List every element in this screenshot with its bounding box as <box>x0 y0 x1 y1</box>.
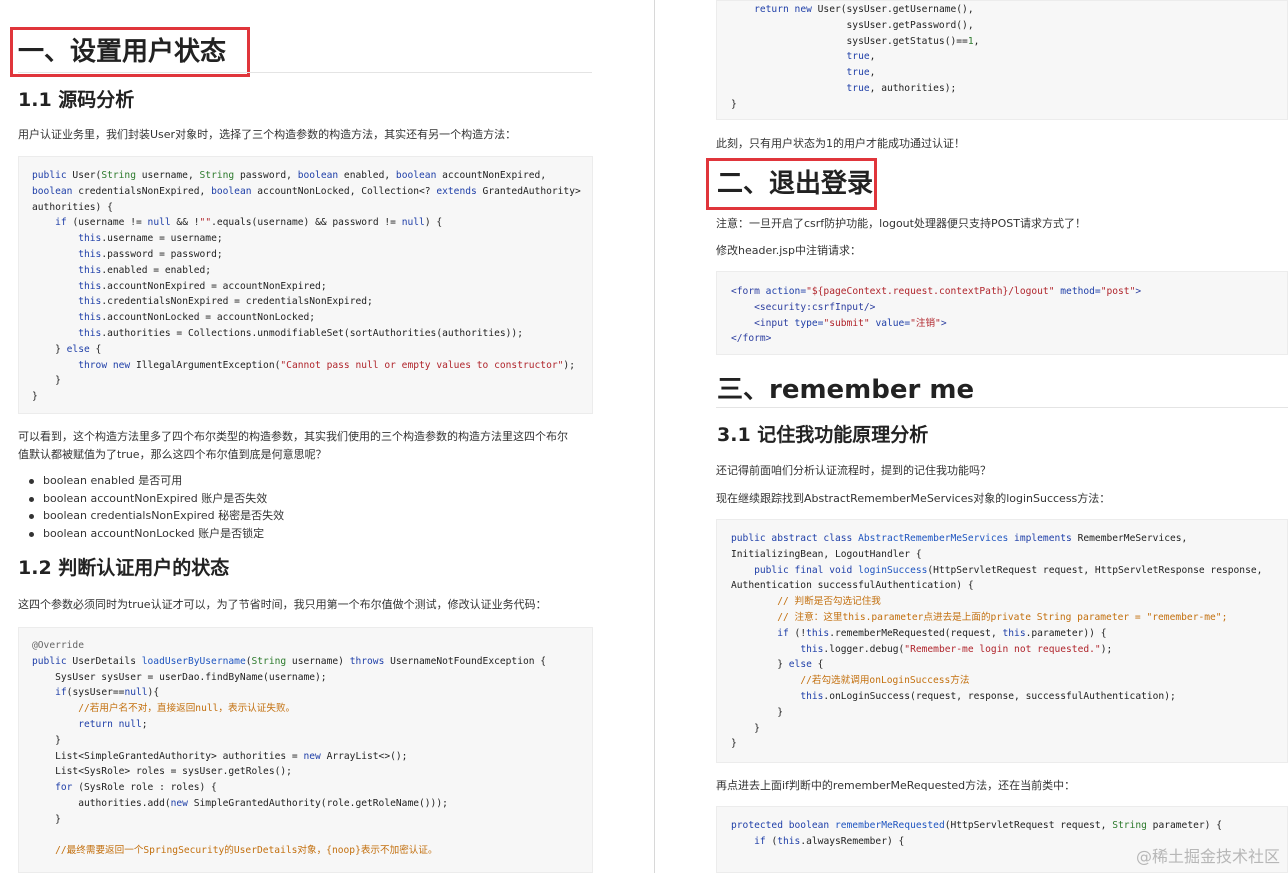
list-item: boolean credentialsNonExpired 秘密是否失效 <box>18 507 284 525</box>
section-title-remember-me: 三、remember me <box>717 375 975 405</box>
paragraph: 还记得前面咱们分析认证流程时，提到的记住我功能吗？ <box>716 464 991 477</box>
code-logout-form: <form action="${pageContext.request.cont… <box>731 286 1142 345</box>
heading-rule <box>716 407 1288 408</box>
paragraph: 此刻，只有用户状态为1的用户才能成功通过认证！ <box>716 137 965 150</box>
paragraph: 注意：一旦开启了csrf防护功能，logout处理器便只支持POST请求方式了！ <box>716 217 1086 230</box>
heading-rule <box>18 72 592 73</box>
code-load-user: @Override public UserDetails loadUserByU… <box>32 640 547 857</box>
paragraph: 修改header.jsp中注销请求： <box>716 244 862 257</box>
code-login-success: public abstract class AbstractRememberMe… <box>731 533 1263 750</box>
highlight-box <box>706 158 877 210</box>
list-item: boolean accountNonExpired 账户是否失效 <box>18 490 284 508</box>
paragraph: 这四个参数必须同时为true认证才可以，为了节省时间，我只用第一个布尔值做个测试… <box>18 598 547 611</box>
highlight-box <box>10 27 250 77</box>
paragraph: 值默认都被赋值为了true，那么这四个布尔值到底是何意思呢？ <box>18 448 327 461</box>
watermark: @稀土掘金技术社区 <box>1135 847 1280 866</box>
boolean-params-list: boolean enabled 是否可用 boolean accountNonE… <box>18 472 284 542</box>
subsection-title-source: 1.1 源码分析 <box>18 89 135 111</box>
subsection-title-remember-me-analysis: 3.1 记住我功能原理分析 <box>717 424 929 446</box>
subsection-title-check-status: 1.2 判断认证用户的状态 <box>18 557 230 579</box>
paragraph: 用户认证业务里，我们封装User对象时，选择了三个构造参数的构造方法，其实还有另… <box>18 128 517 141</box>
code-return-user: return new User(sysUser.getUsername(), s… <box>731 4 980 110</box>
list-item: boolean enabled 是否可用 <box>18 472 284 490</box>
list-item: boolean accountNonLocked 账户是否锁定 <box>18 525 284 543</box>
code-user-constructor: public User(String username, String pass… <box>32 170 581 403</box>
paragraph: 现在继续跟踪找到AbstractRememberMeServices对象的log… <box>716 492 1111 505</box>
paragraph: 再点进去上面if判断中的rememberMeRequested方法，还在当前类中… <box>716 779 1076 792</box>
column-divider <box>654 0 655 873</box>
